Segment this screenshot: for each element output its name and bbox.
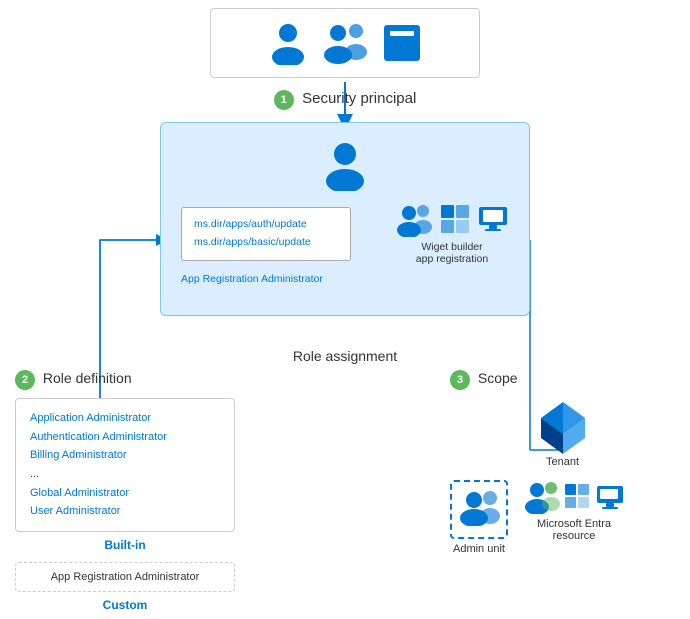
builtin-item-ellipsis: ... (30, 465, 220, 484)
perm-line2: ms.dir/apps/basic/update (194, 234, 338, 252)
tenant-icon (533, 398, 593, 456)
widget-grid-icon (439, 203, 471, 235)
person-icon (266, 21, 310, 65)
group-icon (320, 21, 370, 65)
builtin-label: Built-in (15, 538, 235, 552)
tenant-item: Tenant (450, 398, 675, 468)
scope-items-row: Admin unit (450, 480, 675, 555)
role-assignment-label: Role assignment (160, 348, 530, 364)
entra-resource-label: Microsoft Entraresource (537, 518, 611, 542)
admin-unit-label: Admin unit (453, 543, 505, 555)
permissions-box: ms.dir/apps/auth/update ms.dir/apps/basi… (181, 207, 351, 261)
custom-item: App Registration Administrator (30, 571, 220, 583)
widget-monitor-icon (477, 203, 509, 235)
entra-monitor-icon (596, 483, 624, 511)
security-principal-label: 1 Security principal (210, 90, 480, 110)
builtin-item-2: Authentication Administrator (30, 428, 220, 447)
entra-resource-item: Microsoft Entraresource (524, 480, 624, 542)
app-icon (380, 21, 424, 65)
widget-builder-label: Wiget builderapp registration (416, 241, 488, 265)
widget-group-icon (395, 203, 433, 237)
role-definition-label: Role definition (43, 370, 132, 386)
scope-label: Scope (478, 370, 518, 386)
badge-2: 2 (15, 370, 35, 390)
admin-unit-item: Admin unit (450, 480, 508, 555)
security-principal-text: Security principal (302, 90, 416, 107)
badge-1: 1 (274, 90, 294, 110)
admin-unit-icon (458, 488, 500, 526)
security-principal-box (210, 8, 480, 78)
builtin-item-5: User Administrator (30, 502, 220, 521)
scope-section: 3 Scope Tenant (450, 370, 675, 555)
diagram-container: 1 Security principal ms.dir/apps/auth/up… (0, 0, 690, 619)
perm-line1: ms.dir/apps/auth/update (194, 216, 338, 234)
builtin-card: Application Administrator Authentication… (15, 398, 235, 532)
builtin-item-1: Application Administrator (30, 409, 220, 428)
tenant-label: Tenant (546, 456, 579, 468)
custom-label: Custom (15, 598, 235, 612)
entra-group-icon (524, 480, 560, 514)
builtin-item-4: Global Administrator (30, 484, 220, 503)
badge-3: 3 (450, 370, 470, 390)
role-definition-title: 2 Role definition (15, 370, 235, 390)
app-reg-admin-label: App Registration Administrator (181, 273, 323, 285)
role-definition-section: 2 Role definition Application Administra… (15, 370, 235, 612)
entra-grid-icon (564, 483, 592, 511)
custom-card: App Registration Administrator (15, 562, 235, 592)
role-person-icon (319, 139, 371, 191)
role-assignment-box: ms.dir/apps/auth/update ms.dir/apps/basi… (160, 122, 530, 316)
scope-title: 3 Scope (450, 370, 675, 390)
builtin-item-3: Billing Administrator (30, 446, 220, 465)
